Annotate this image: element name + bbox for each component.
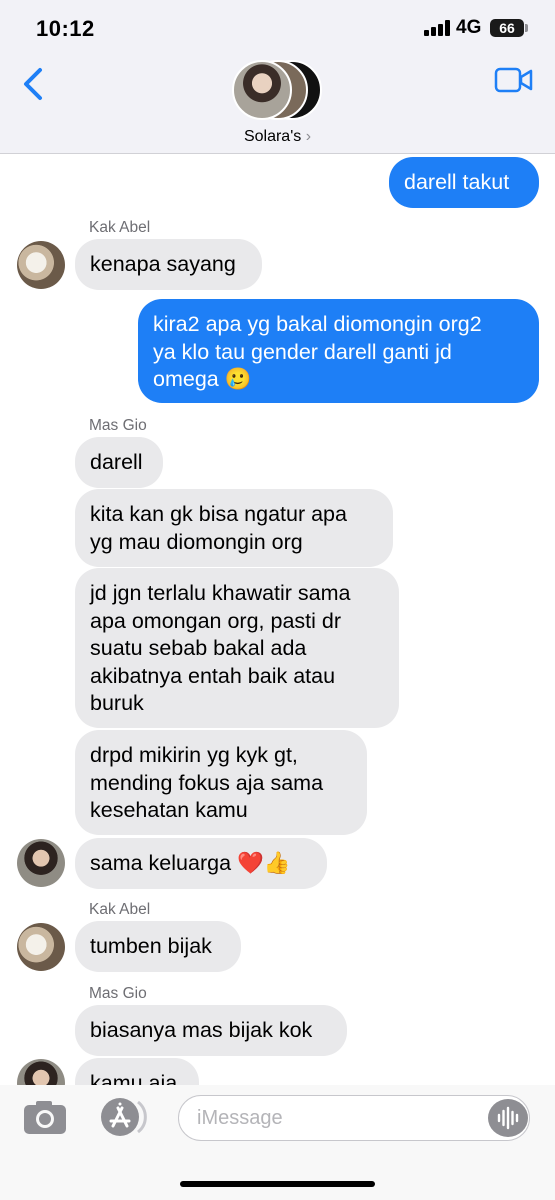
audio-message-button[interactable] bbox=[488, 1099, 528, 1137]
status-bar: 10:12 4G 66 bbox=[0, 0, 555, 56]
message-input[interactable] bbox=[178, 1095, 530, 1141]
home-indicator bbox=[180, 1181, 375, 1187]
message-bubble-incoming[interactable]: jd jgn terlalu khawatir sama apa omongan… bbox=[75, 568, 399, 728]
camera-icon bbox=[24, 1101, 66, 1134]
message-bubble-incoming[interactable]: biasanya mas bijak kok bbox=[75, 1005, 347, 1056]
message-bubble-incoming[interactable]: drpd mikirin yg kyk gt, mending fokus aj… bbox=[75, 730, 367, 835]
sender-name: Mas Gio bbox=[89, 985, 147, 1002]
message-bubble-outgoing[interactable]: darell takut bbox=[389, 157, 539, 208]
chevron-right-icon: › bbox=[305, 128, 312, 145]
message-bubble-incoming[interactable]: kenapa sayang bbox=[75, 239, 262, 290]
avatar bbox=[17, 839, 65, 887]
group-avatar[interactable] bbox=[230, 60, 326, 122]
video-camera-icon bbox=[494, 67, 533, 93]
back-button[interactable] bbox=[18, 64, 50, 104]
message-bubble-incoming[interactable]: darell bbox=[75, 437, 163, 488]
app-store-icon bbox=[101, 1098, 147, 1136]
sender-name: Kak Abel bbox=[89, 901, 151, 918]
chevron-left-icon bbox=[24, 68, 42, 100]
video-call-button[interactable] bbox=[494, 66, 534, 94]
battery-tip bbox=[525, 24, 528, 32]
status-time: 10:12 bbox=[36, 16, 95, 41]
message-bubble-incoming[interactable]: kita kan gk bisa ngatur apa yg mau diomo… bbox=[75, 489, 393, 567]
avatar bbox=[17, 1059, 65, 1085]
battery-icon: 66 bbox=[490, 19, 524, 37]
avatar bbox=[17, 923, 65, 971]
waveform-icon bbox=[497, 1106, 519, 1130]
group-name: Solara's bbox=[243, 128, 302, 145]
message-bubble-incoming[interactable]: sama keluarga ❤️👍 bbox=[75, 838, 327, 889]
camera-button[interactable] bbox=[22, 1098, 68, 1136]
network-type: 4G bbox=[456, 17, 482, 38]
sender-name: Mas Gio bbox=[89, 417, 147, 434]
group-avatar-1 bbox=[232, 60, 292, 120]
message-bubble-incoming[interactable]: tumben bijak bbox=[75, 921, 241, 972]
app-store-button[interactable] bbox=[98, 1096, 148, 1138]
message-bubble-incoming[interactable]: kamu aja bbox=[75, 1058, 199, 1085]
group-name-button[interactable]: Solara's › bbox=[0, 128, 555, 146]
conversation-header: Solara's › bbox=[0, 56, 555, 154]
avatar bbox=[17, 241, 65, 289]
sender-name: Kak Abel bbox=[89, 219, 151, 236]
message-list[interactable]: darell takut Kak Abel kenapa sayang kira… bbox=[0, 155, 555, 1085]
message-bubble-outgoing[interactable]: kira2 apa yg bakal diomongin org2 ya klo… bbox=[138, 299, 539, 403]
compose-bar bbox=[0, 1085, 555, 1200]
signal-strength-icon bbox=[424, 20, 450, 36]
